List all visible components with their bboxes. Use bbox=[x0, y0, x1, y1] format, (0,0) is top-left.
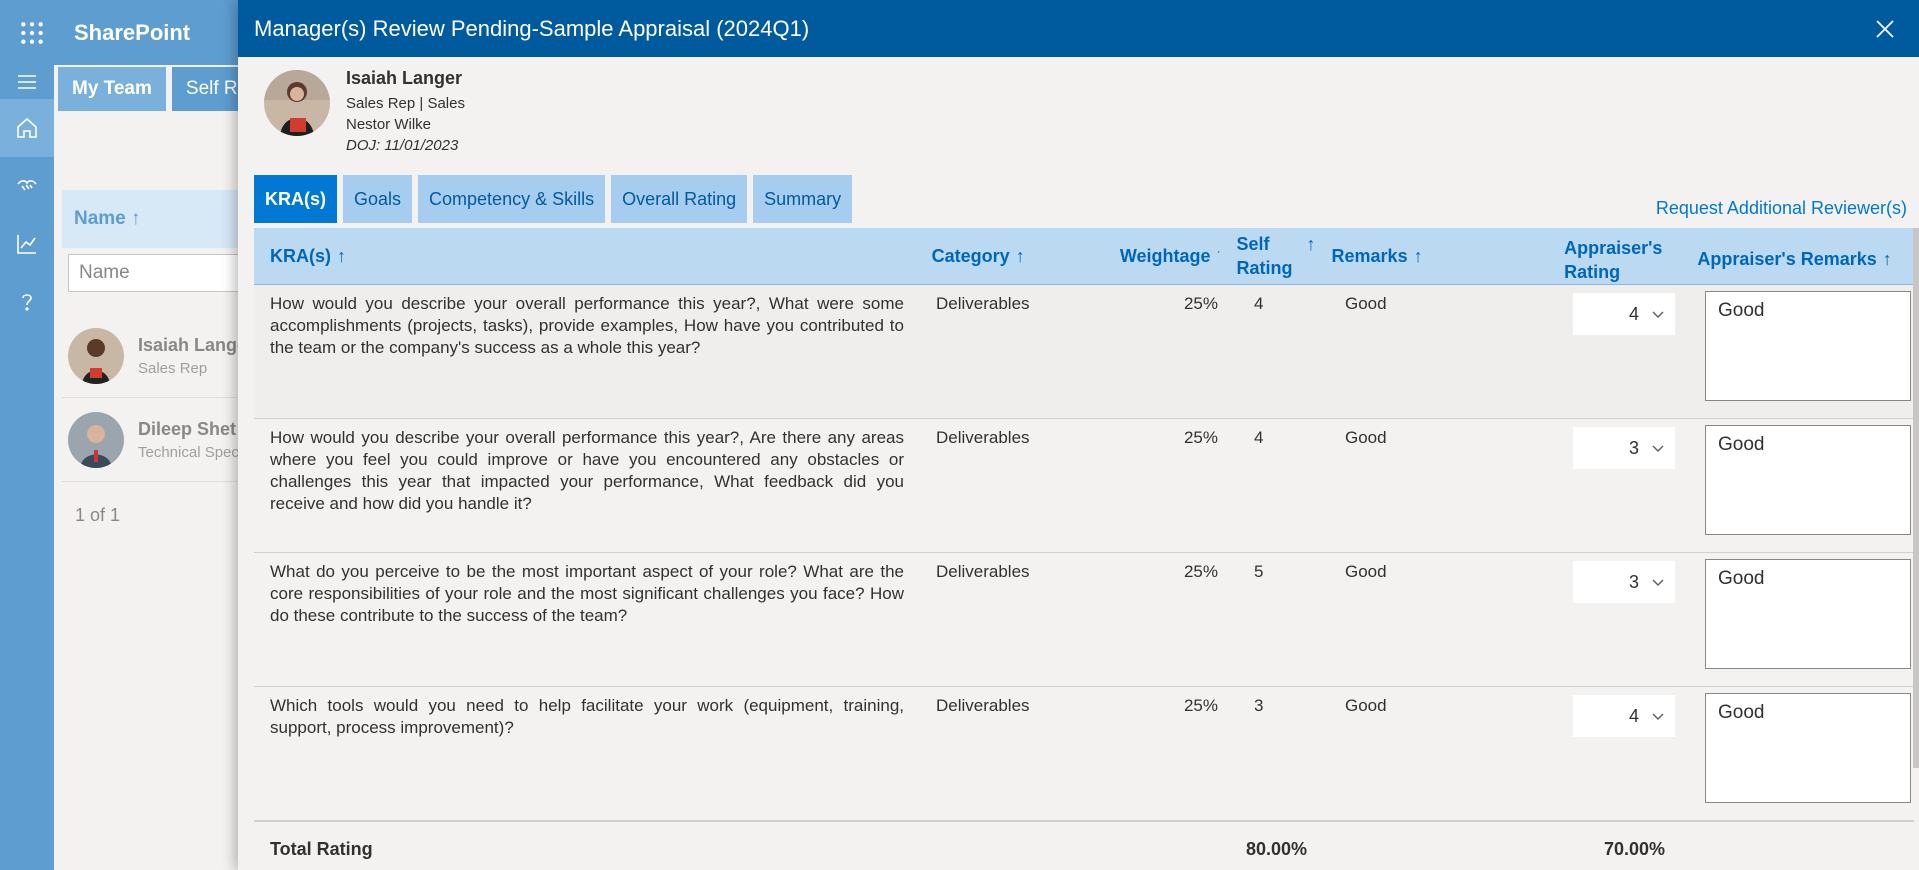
chevron-down-icon bbox=[1652, 713, 1664, 720]
bg-tab-my-team[interactable]: My Team bbox=[58, 67, 166, 111]
weightage-cell: 25% bbox=[1183, 562, 1218, 581]
column-header-kra[interactable]: KRA(s) ↑ bbox=[254, 228, 916, 284]
appraiser-rating-dropdown[interactable]: 4 bbox=[1573, 695, 1675, 737]
kra-grid: KRA(s) ↑ Category ↑ Weightage ˊ Self Rating ↑… bbox=[254, 228, 1914, 870]
appraiser-rating-cell: 4 bbox=[1563, 687, 1693, 820]
kra-text: What do you perceive to be the most impo… bbox=[270, 562, 904, 625]
self-rating-cell: 4 bbox=[1254, 428, 1264, 447]
avatar bbox=[264, 70, 330, 136]
appraiser-remarks-input[interactable]: Good bbox=[1705, 425, 1911, 535]
weightage-cell: 25% bbox=[1183, 696, 1218, 715]
remarks-cell: Good bbox=[1345, 294, 1387, 313]
bg-name-filter-input[interactable]: Name bbox=[68, 254, 262, 292]
appraiser-rating-cell: 4 bbox=[1563, 285, 1693, 418]
appraiser-rating-dropdown[interactable]: 3 bbox=[1573, 561, 1675, 603]
tab-competency-skills[interactable]: Competency & Skills bbox=[418, 175, 606, 223]
appraiser-rating-dropdown[interactable]: 4 bbox=[1573, 293, 1675, 335]
category-cell: Deliverables bbox=[936, 294, 1030, 313]
appraisal-panel: Manager(s) Review Pending-Sample Apprais… bbox=[238, 0, 1919, 870]
employee-doj: DOJ: 11/01/2023 bbox=[346, 137, 459, 154]
table-row: How would you describe your overall perf… bbox=[254, 285, 1914, 419]
weightage-cell: 25% bbox=[1183, 294, 1218, 313]
appraiser-remarks-input[interactable]: Good bbox=[1705, 291, 1911, 401]
category-cell: Deliverables bbox=[936, 428, 1030, 447]
kra-text: How would you describe your overall perf… bbox=[270, 294, 904, 357]
grid-header: KRA(s) ↑ Category ↑ Weightage ˊ Self Rating ↑… bbox=[254, 228, 1914, 285]
kra-text: How would you describe your overall perf… bbox=[270, 428, 904, 513]
appraiser-rating-cell: 3 bbox=[1563, 419, 1693, 552]
bg-pager: 1 of 1 bbox=[75, 505, 121, 525]
table-row: Which tools would you need to help facil… bbox=[254, 687, 1914, 821]
appraiser-rating-dropdown[interactable]: 3 bbox=[1573, 427, 1675, 469]
appraiser-remarks-cell: Good bbox=[1693, 419, 1913, 552]
chevron-down-icon bbox=[1652, 579, 1664, 586]
tab-summary[interactable]: Summary bbox=[753, 175, 853, 223]
self-rating-cell: 3 bbox=[1254, 696, 1264, 715]
appraiser-remarks-input[interactable]: Good bbox=[1705, 559, 1911, 669]
column-header-appraiser-rating[interactable]: Appraiser's Rating bbox=[1556, 228, 1685, 284]
request-additional-reviewers-link[interactable]: Request Additional Reviewer(s) bbox=[1656, 198, 1907, 219]
total-self-rating: 80.00% bbox=[1246, 839, 1308, 859]
appraiser-remarks-cell: Good bbox=[1693, 553, 1913, 686]
table-row: What do you perceive to be the most impo… bbox=[254, 553, 1914, 687]
bg-person-name: Isaiah Lange bbox=[138, 334, 248, 355]
kra-text: Which tools would you need to help facil… bbox=[270, 696, 904, 737]
appraiser-remarks-input[interactable]: Good bbox=[1705, 693, 1911, 803]
bg-person-name: Dileep Shet bbox=[138, 418, 237, 439]
column-header-appraiser-remarks[interactable]: Appraiser's Remarks ↑ bbox=[1685, 228, 1914, 284]
bg-person-role: Sales Rep bbox=[138, 359, 208, 377]
panel-header: Manager(s) Review Pending-Sample Apprais… bbox=[238, 0, 1919, 57]
employee-profile: Isaiah Langer Sales Rep | Sales Nestor W… bbox=[264, 68, 465, 154]
remarks-cell: Good bbox=[1345, 696, 1387, 715]
avatar bbox=[68, 411, 124, 468]
remarks-cell: Good bbox=[1345, 428, 1387, 447]
bg-person-row[interactable]: Isaiah Lange Sales Rep bbox=[62, 314, 262, 398]
left-rail bbox=[0, 65, 54, 870]
tab-overall-rating[interactable]: Overall Rating bbox=[611, 175, 748, 223]
self-rating-cell: 4 bbox=[1254, 294, 1264, 313]
bg-person-row[interactable]: Dileep Shet Technical Spec bbox=[62, 398, 262, 482]
home-icon[interactable] bbox=[0, 99, 54, 157]
hamburger-menu-icon[interactable] bbox=[0, 65, 54, 99]
chart-icon[interactable] bbox=[0, 215, 54, 273]
tab-goals[interactable]: Goals bbox=[343, 175, 413, 223]
table-row: How would you describe your overall perf… bbox=[254, 419, 1914, 553]
review-tabs: KRA(s) Goals Competency & Skills Overall… bbox=[254, 175, 853, 223]
tab-kras[interactable]: KRA(s) bbox=[254, 175, 337, 223]
weightage-cell: 25% bbox=[1183, 428, 1218, 447]
column-header-self-rating[interactable]: Self Rating ↑ bbox=[1225, 228, 1320, 284]
background-tabs: My Team Self Re bbox=[58, 67, 263, 111]
appraiser-remarks-cell: Good bbox=[1693, 687, 1913, 820]
column-header-category[interactable]: Category ↑ bbox=[916, 228, 1113, 284]
close-button[interactable] bbox=[1867, 11, 1903, 47]
total-appraiser-rating: 70.00% bbox=[1603, 839, 1665, 859]
total-rating-row: Total Rating 80.00% 70.00% bbox=[254, 821, 1914, 870]
close-icon bbox=[1876, 19, 1894, 38]
column-header-weightage[interactable]: Weightage ˊ bbox=[1113, 228, 1225, 284]
chevron-down-icon bbox=[1652, 311, 1664, 318]
chevron-down-icon bbox=[1652, 445, 1664, 452]
category-cell: Deliverables bbox=[936, 562, 1030, 581]
bg-name-column-header[interactable]: Name ↑ bbox=[62, 190, 262, 248]
self-rating-cell: 5 bbox=[1254, 562, 1264, 581]
vertical-scrollbar[interactable] bbox=[1913, 228, 1919, 768]
background-team-list: Name ↑ Name Isaiah Lange Sales Rep Dilee… bbox=[62, 190, 262, 482]
bg-person-role: Technical Spec bbox=[138, 443, 239, 461]
app-launcher-icon[interactable] bbox=[0, 0, 64, 65]
category-cell: Deliverables bbox=[936, 696, 1030, 715]
employee-name: Isaiah Langer bbox=[346, 68, 463, 88]
employee-role: Sales Rep | Sales bbox=[346, 95, 465, 112]
panel-title: Manager(s) Review Pending-Sample Apprais… bbox=[254, 15, 810, 41]
remarks-cell: Good bbox=[1345, 562, 1387, 581]
appraiser-remarks-cell: Good bbox=[1693, 285, 1913, 418]
column-header-remarks[interactable]: Remarks ↑ bbox=[1320, 228, 1557, 284]
total-rating-label: Total Rating bbox=[270, 839, 373, 859]
avatar bbox=[68, 327, 124, 384]
handshake-icon[interactable] bbox=[0, 157, 54, 215]
appraiser-rating-cell: 3 bbox=[1563, 553, 1693, 686]
employee-manager: Nestor Wilke bbox=[346, 116, 432, 133]
help-icon[interactable] bbox=[0, 273, 54, 331]
brand-title[interactable]: SharePoint bbox=[74, 20, 190, 46]
